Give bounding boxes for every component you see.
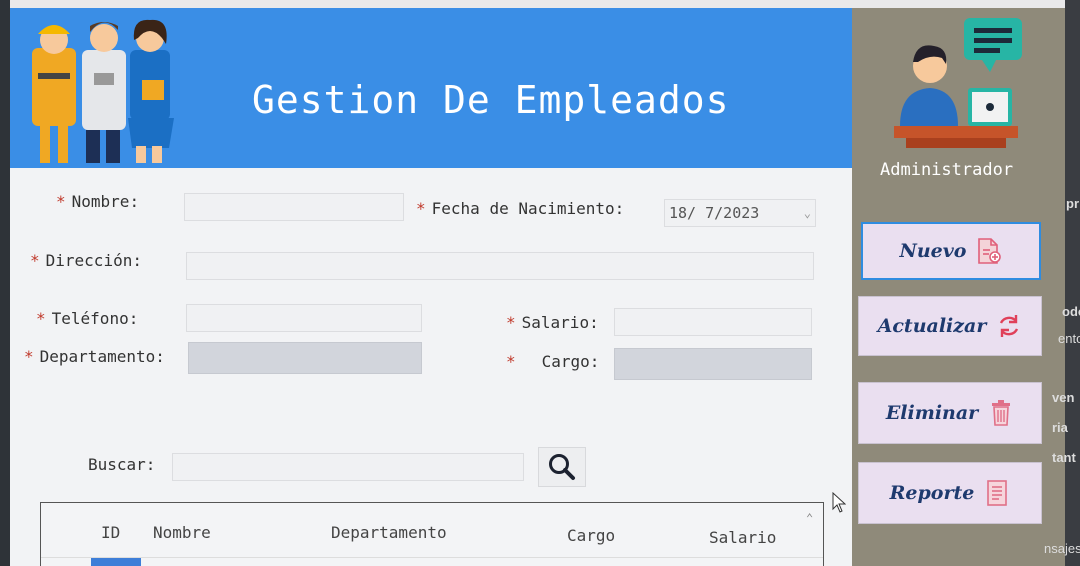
scroll-up-icon[interactable]: ⌃ — [806, 511, 813, 525]
refresh-icon — [1000, 315, 1019, 337]
new-file-icon — [978, 238, 1002, 264]
admin-label: Administrador — [880, 160, 1014, 180]
required-mark: * — [506, 313, 516, 332]
required-mark: * — [24, 347, 34, 366]
required-mark: * — [506, 352, 516, 371]
trash-icon — [992, 400, 1011, 426]
required-mark: * — [36, 309, 46, 328]
actualizar-button[interactable]: Actualizar — [858, 296, 1042, 356]
window-top-strip — [10, 0, 1065, 8]
app-title: Gestion De Empleados — [252, 78, 730, 122]
main-window: Gestion De Empleados Administrador Nuevo — [10, 0, 1065, 566]
search-button[interactable] — [538, 447, 586, 487]
required-mark: * — [30, 251, 40, 270]
search-input[interactable] — [172, 453, 524, 481]
required-mark: * — [56, 192, 66, 211]
eliminar-label: Eliminar — [885, 402, 979, 424]
reporte-button[interactable]: Reporte — [858, 462, 1042, 524]
nuevo-label: Nuevo — [899, 240, 967, 262]
column-header-departamento[interactable]: Departamento — [331, 523, 447, 542]
employees-table[interactable]: ID Nombre Departamento Cargo Salario ⌃ — [40, 502, 824, 566]
cargo-label: * Cargo: — [506, 352, 600, 371]
report-icon — [987, 480, 1008, 506]
header-divider — [41, 557, 823, 558]
search-icon — [549, 454, 575, 480]
mouse-cursor-icon — [832, 492, 846, 513]
column-header-nombre[interactable]: Nombre — [153, 523, 211, 542]
background-fragment: ria — [1052, 420, 1068, 435]
background-fragment: pr — [1066, 196, 1079, 211]
column-header-salario[interactable]: Salario — [709, 528, 776, 547]
workers-illustration-icon — [32, 19, 174, 163]
header-banner: Gestion De Empleados — [10, 8, 852, 168]
telefono-label: * Teléfono: — [36, 309, 139, 328]
nuevo-button[interactable]: Nuevo — [861, 222, 1041, 280]
direccion-input[interactable] — [186, 252, 814, 280]
required-mark: * — [416, 199, 426, 218]
background-fragment: odo — [1062, 304, 1080, 319]
column-header-cargo[interactable]: Cargo — [567, 526, 615, 545]
background-window-edge — [0, 0, 10, 566]
background-fragment: nsajes — [1044, 541, 1080, 556]
direccion-label: * Dirección: — [30, 251, 142, 270]
telefono-input[interactable] — [186, 304, 422, 332]
fecha-value: 18/ 7/2023 — [669, 204, 760, 222]
admin-illustration-icon — [894, 18, 1022, 148]
fecha-nacimiento-picker[interactable]: 18/ 7/2023 ⌄ — [664, 199, 816, 227]
reporte-label: Reporte — [889, 482, 975, 504]
salario-input[interactable] — [614, 308, 812, 336]
buscar-label: Buscar: — [88, 455, 156, 474]
actualizar-label: Actualizar — [877, 315, 987, 337]
eliminar-button[interactable]: Eliminar — [858, 382, 1042, 444]
background-fragment: ento — [1058, 331, 1080, 346]
column-header-id[interactable]: ID — [101, 523, 120, 542]
background-fragment: tant — [1052, 450, 1076, 465]
selected-cell[interactable] — [91, 558, 141, 566]
departamento-select[interactable] — [188, 342, 422, 374]
nombre-label: * Nombre: — [56, 192, 140, 211]
background-fragment: ven — [1052, 390, 1075, 405]
chevron-down-icon[interactable]: ⌄ — [804, 206, 811, 220]
cargo-select[interactable] — [614, 348, 812, 380]
nombre-input[interactable] — [184, 193, 404, 221]
fecha-nacimiento-label: * Fecha de Nacimiento: — [416, 199, 625, 218]
salario-label: * Salario: — [506, 313, 599, 332]
departamento-label: * Departamento: — [24, 347, 165, 366]
